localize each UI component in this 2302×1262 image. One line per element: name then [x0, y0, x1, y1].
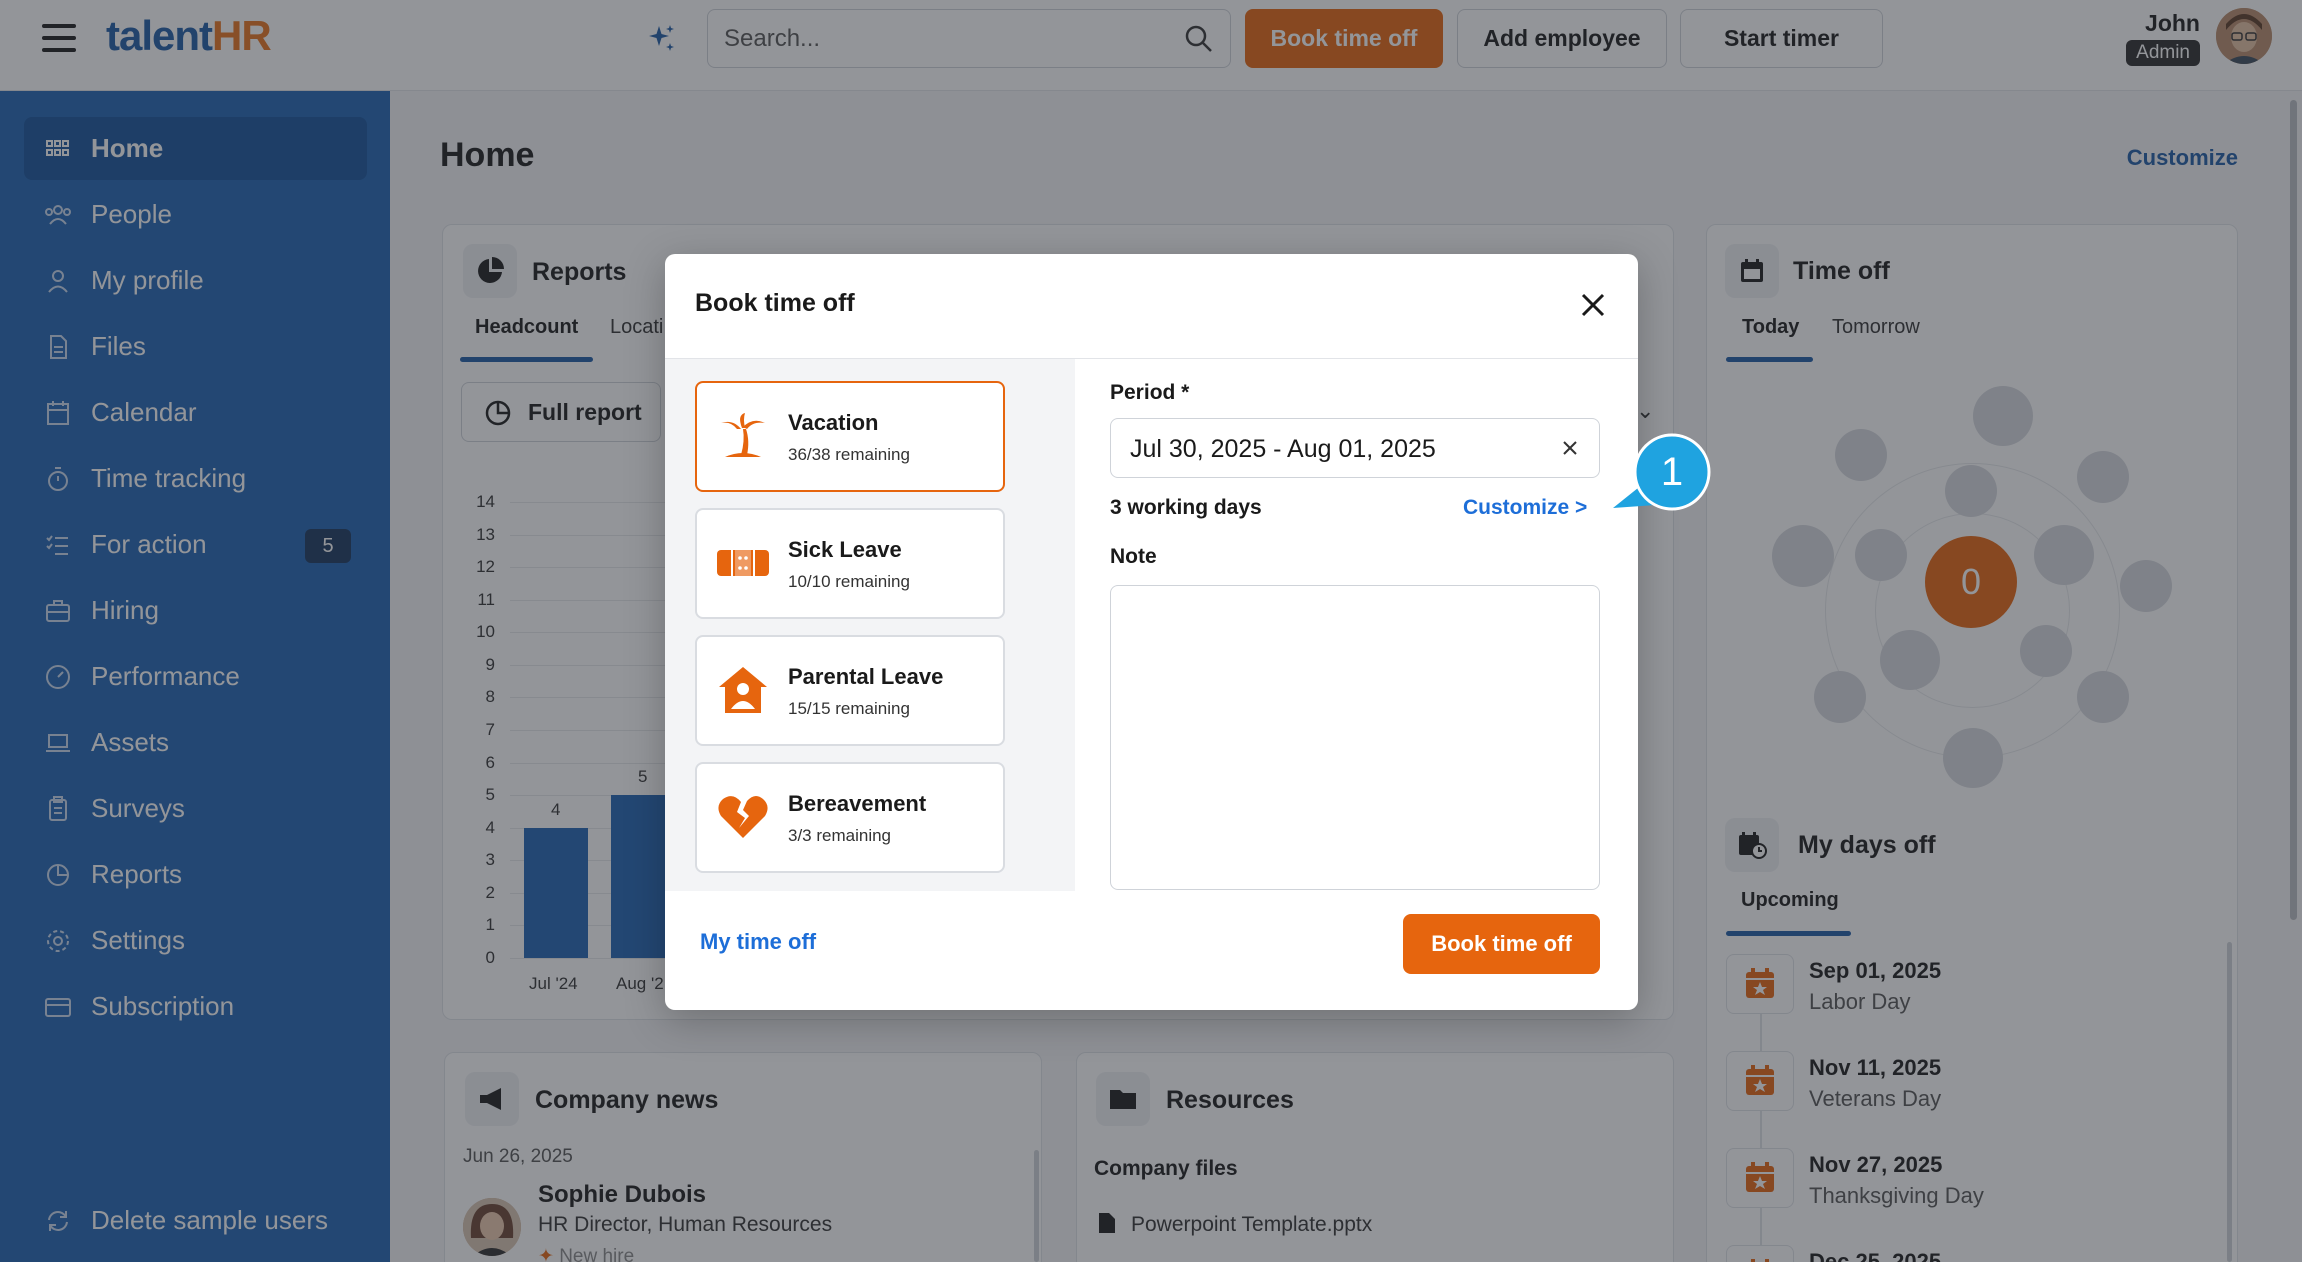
book-time-off-modal: Book time off Vacation 36/38 remaining S… — [665, 254, 1638, 1010]
leave-type-parental-leave[interactable]: Parental Leave 15/15 remaining — [695, 635, 1005, 746]
period-date-range-input[interactable]: Jul 30, 2025 - Aug 01, 2025 — [1110, 418, 1600, 478]
leave-type-vacation[interactable]: Vacation 36/38 remaining — [695, 381, 1005, 492]
leave-type-sick-leave[interactable]: Sick Leave 10/10 remaining — [695, 508, 1005, 619]
submit-book-time-off-button[interactable]: Book time off — [1403, 914, 1600, 974]
note-textarea[interactable] — [1110, 585, 1600, 890]
modal-title: Book time off — [695, 289, 855, 317]
customize-days-link[interactable]: Customize > — [1463, 496, 1587, 520]
home-family-icon — [715, 665, 771, 715]
clear-icon[interactable] — [1559, 437, 1581, 459]
leave-type-bereavement[interactable]: Bereavement 3/3 remaining — [695, 762, 1005, 873]
palm-tree-icon — [715, 411, 771, 461]
note-label: Note — [1110, 545, 1157, 568]
callout-number: 1 — [1660, 449, 1684, 494]
bandage-icon — [715, 538, 771, 588]
leave-type-list: Vacation 36/38 remaining Sick Leave 10/1… — [665, 359, 1075, 891]
period-label: Period * — [1110, 381, 1190, 404]
working-days-count: 3 working days — [1110, 496, 1262, 519]
my-time-off-link[interactable]: My time off — [700, 929, 816, 955]
close-icon[interactable] — [1578, 290, 1608, 320]
broken-heart-icon — [715, 792, 771, 842]
